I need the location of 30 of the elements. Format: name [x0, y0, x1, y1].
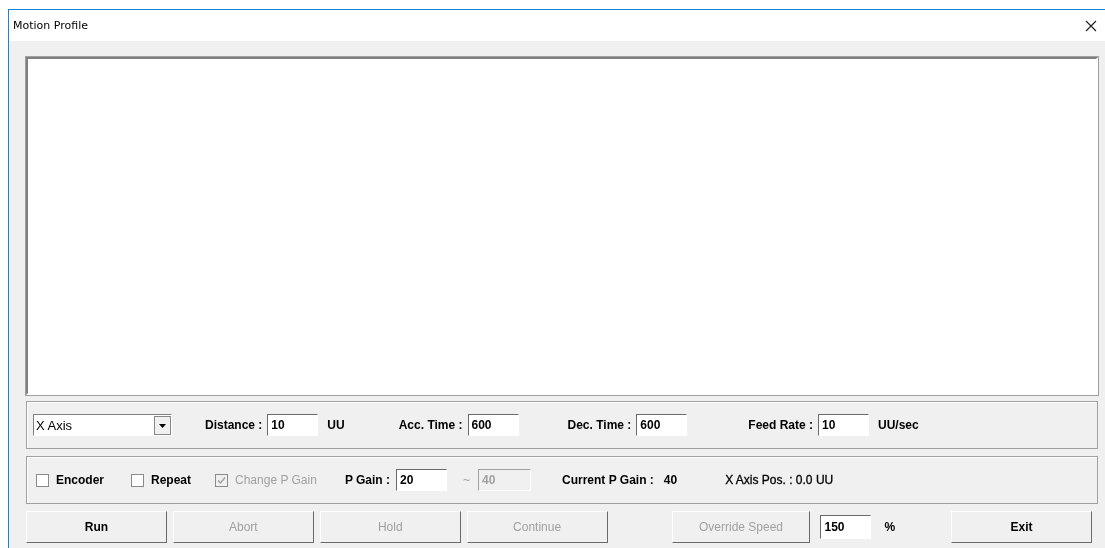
- action-button: Hold: [319, 510, 461, 543]
- unit-label: UU/sec: [878, 418, 919, 432]
- input-field[interactable]: 10: [267, 414, 319, 436]
- checkmark-icon: [216, 474, 228, 486]
- field-label: Distance :: [205, 418, 263, 432]
- unit-label: %: [884, 519, 896, 534]
- checkbox[interactable]: Repeat: [131, 473, 192, 487]
- input-field[interactable]: 10: [818, 414, 869, 436]
- field-label: P Gain :: [344, 473, 390, 487]
- value-text: 40: [663, 473, 678, 487]
- checkbox[interactable]: Encoder: [36, 473, 104, 487]
- window-title: Motion Profile: [13, 19, 88, 32]
- input-field[interactable]: 600: [467, 414, 519, 436]
- field-label: Acc. Time :: [398, 418, 463, 432]
- field-label: Feed Rate :: [748, 418, 813, 432]
- checkbox: Change P Gain: [215, 473, 317, 487]
- position-readout: X Axis Pos. : 0.0 UU: [725, 473, 834, 487]
- action-button: Continue: [466, 510, 608, 543]
- unit-label: UU: [327, 418, 345, 432]
- input-field[interactable]: 600: [636, 414, 688, 436]
- range-separator: ~: [463, 473, 470, 487]
- axis-dropdown[interactable]: X Axis: [33, 414, 172, 436]
- field-label: Current P Gain :: [562, 473, 654, 487]
- field-label: Dec. Time :: [567, 418, 632, 432]
- input-field[interactable]: 20: [396, 469, 447, 491]
- action-button: Abort: [172, 510, 314, 543]
- close-icon[interactable]: [1085, 19, 1097, 32]
- action-button: Override Speed: [671, 510, 811, 543]
- action-button[interactable]: Exit: [951, 510, 1093, 543]
- action-button[interactable]: Run: [26, 510, 167, 543]
